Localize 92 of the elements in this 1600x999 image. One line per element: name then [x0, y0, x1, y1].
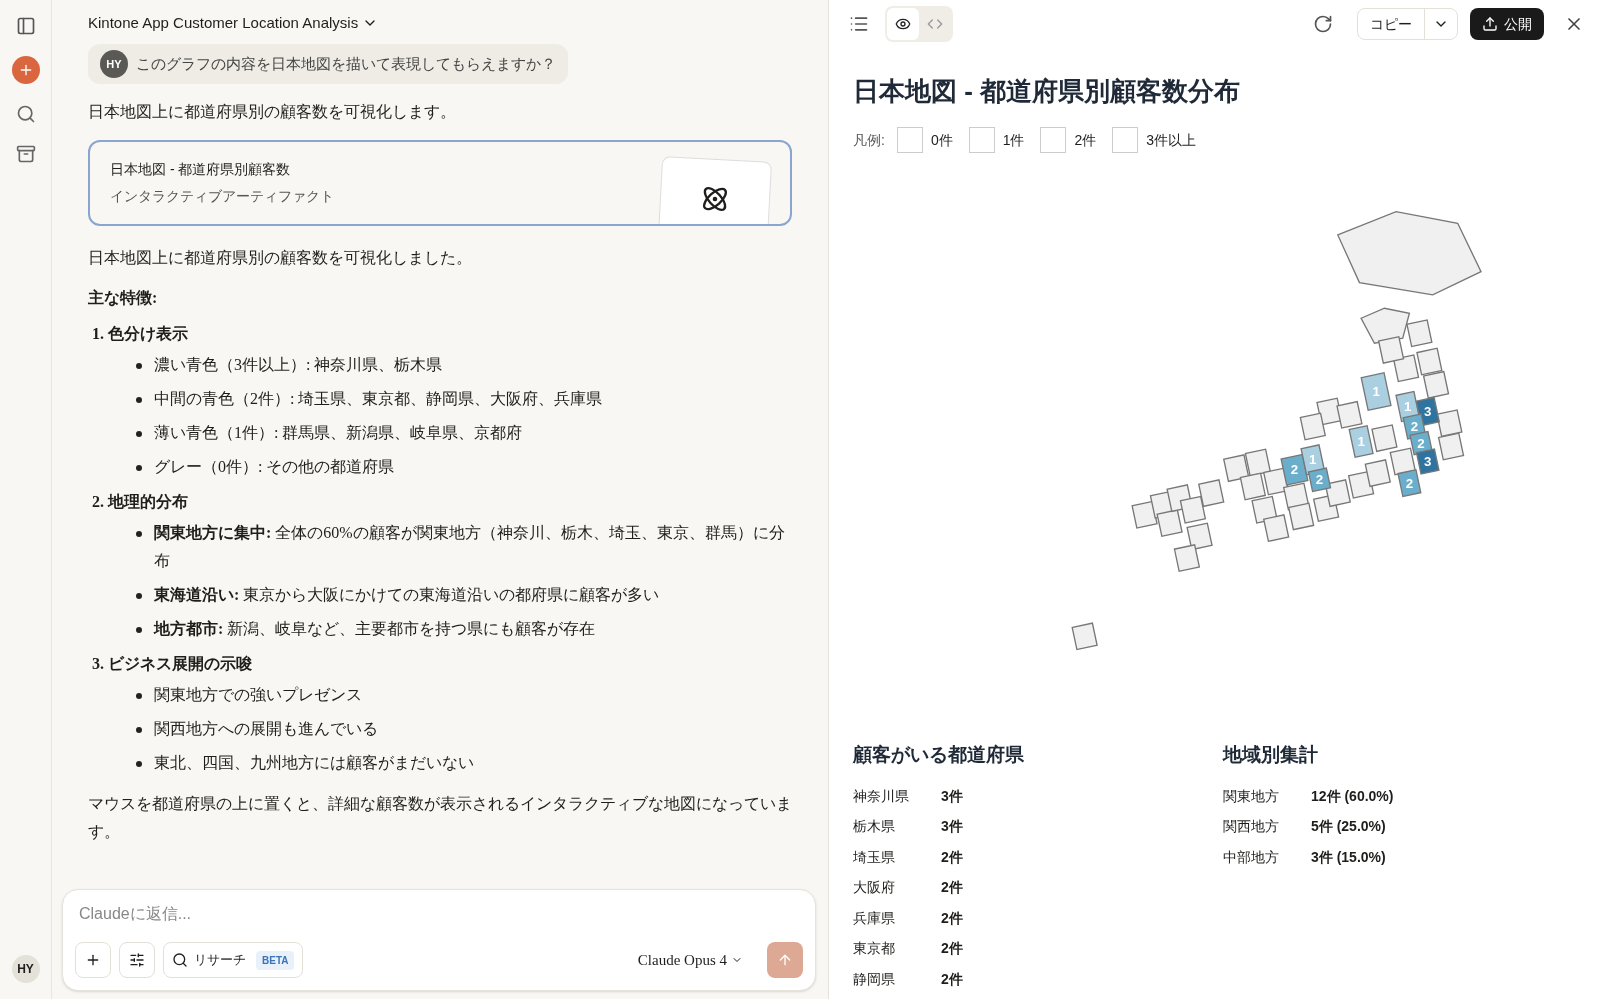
- prefecture-name: 大阪府: [853, 878, 896, 897]
- prefecture-name: 栃木県: [853, 817, 896, 836]
- section-title: 色分け表示: [108, 324, 188, 344]
- bullet-icon: [136, 627, 142, 633]
- upload-icon: [1482, 16, 1498, 32]
- preview-tab[interactable]: [887, 8, 919, 40]
- customer-count: 2件: [941, 939, 963, 958]
- archive-icon: [15, 144, 36, 164]
- legend-swatch: [1112, 127, 1139, 153]
- eye-icon: [895, 16, 911, 32]
- bullet-text: 中間の青色（2件）: 埼玉県、東京都、静岡県、大阪府、兵庫県: [154, 389, 603, 409]
- section-title: ビジネス展開の示唆: [108, 654, 252, 674]
- artifact-subtitle: インタラクティブアーティファクト: [110, 187, 334, 206]
- search-icon: [15, 104, 36, 124]
- region-total: 5件 (25.0%): [1311, 817, 1386, 836]
- code-icon: [927, 16, 943, 32]
- prefecture-name: 神奈川県: [853, 786, 910, 806]
- chat-title[interactable]: Kintone App Customer Location Analysis: [88, 11, 379, 35]
- bullet-icon: [136, 431, 142, 437]
- bullet-icon: [136, 531, 142, 537]
- bullet-icon: [136, 761, 142, 767]
- list-number: 1.: [92, 324, 104, 344]
- response-text: 日本地図上に都道府県別の顧客数を可視化しました。: [88, 248, 473, 268]
- refresh-button[interactable]: [1313, 14, 1333, 34]
- customer-count: 2件: [941, 847, 963, 867]
- bullet-icon: [136, 397, 142, 403]
- bullet-icon: [136, 593, 142, 599]
- region-name: 関東地方: [1223, 786, 1280, 806]
- sliders-icon: [129, 952, 145, 968]
- response-text: 日本地図上に都道府県別の顧客数を可視化します。: [88, 102, 457, 122]
- bullet-text: 関東地方での強いプレゼンス: [154, 685, 362, 705]
- bullet-text: 東海道沿い: 東京から大阪にかけての東海道沿いの都府県に顧客が多い: [154, 585, 660, 605]
- customers-heading: 顧客がいる都道府県: [853, 743, 1025, 767]
- bullet-text: 東北、四国、九州地方には顧客がまだいない: [154, 753, 474, 773]
- atom-icon: [700, 184, 730, 214]
- publish-button[interactable]: 公開: [1470, 8, 1544, 40]
- response-text: マウスを都道府県の上に置くと、詳細な顧客数が表示されるインタラクティブな地図になっています。: [88, 794, 792, 842]
- list-icon: [849, 14, 869, 34]
- customer-count: 3件: [941, 817, 963, 836]
- legend-text: 0件: [930, 130, 953, 150]
- legend-text: 1件: [1002, 130, 1025, 150]
- tools-button[interactable]: [119, 942, 155, 978]
- legend-swatch: [896, 127, 923, 153]
- sidebar-toggle-icon: [15, 16, 36, 36]
- region-name: 中部地方: [1223, 847, 1280, 867]
- refresh-icon: [1313, 14, 1333, 34]
- region-name: 関西地方: [1223, 817, 1280, 836]
- region-total: 3件 (15.0%): [1311, 847, 1386, 867]
- bullet-text: 関東地方に集中: 全体の60%の顧客が関東地方（神奈川、栃木、埼玉、東京、群馬）に分布: [154, 523, 786, 571]
- region-total: 12件 (60.0%): [1311, 786, 1394, 806]
- user-avatar: HY: [100, 50, 128, 78]
- research-button[interactable]: リサーチ BETA: [163, 942, 304, 978]
- bullet-text: 濃い青色（3件以上）: 神奈川県、栃木県: [154, 355, 443, 375]
- artifact-heading: 日本地図 - 都道府県別顧客数分布: [853, 75, 1242, 108]
- bullet-text: 薄い青色（1件）: 群馬県、新潟県、岐阜県、京都府: [154, 423, 523, 443]
- beta-badge: BETA: [256, 950, 295, 970]
- bullet-icon: [136, 363, 142, 369]
- prefecture-name: 東京都: [853, 939, 896, 958]
- prefecture-name: 兵庫県: [853, 908, 896, 928]
- section-title: 地理的分布: [108, 492, 188, 512]
- list-number: 2.: [92, 492, 104, 512]
- legend-text: 3件以上: [1146, 130, 1197, 150]
- legend-text: 2件: [1074, 130, 1097, 150]
- message-text: このグラフの内容を日本地図を描いて表現してもらえますか？: [136, 53, 556, 74]
- artifact-card[interactable]: 日本地図 - 都道府県別顧客数 インタラクティブアーティファクト: [88, 140, 792, 226]
- bullet-icon: [136, 727, 142, 733]
- bullet-text: 地方都市: 新潟、岐阜など、主要都市を持つ県にも顧客が存在: [154, 619, 596, 639]
- artifact-title: 日本地図 - 都道府県別顧客数: [110, 160, 292, 179]
- list-number: 3.: [92, 654, 104, 674]
- search-icon: [172, 952, 188, 968]
- customer-count: 2件: [941, 908, 963, 928]
- bullet-icon: [136, 465, 142, 471]
- regions-heading: 地域別集計: [1223, 743, 1319, 767]
- model-selector[interactable]: Claude Opus 4: [637, 948, 743, 972]
- add-button[interactable]: [75, 942, 111, 978]
- legend-swatch: [1040, 127, 1067, 153]
- user-avatar[interactable]: HY: [11, 955, 40, 983]
- japan-map-drawing: 1 1 3 2 2 3 1 2 2 1 2: [1063, 193, 1506, 660]
- features-heading: 主な特徴:: [88, 288, 159, 309]
- customer-count: 2件: [941, 969, 963, 989]
- legend-swatch: [968, 127, 995, 153]
- plus-icon: [85, 952, 101, 968]
- customer-count: 2件: [941, 878, 963, 897]
- prefecture-name: 埼玉県: [853, 847, 896, 867]
- bullet-icon: [136, 693, 142, 699]
- legend-label: 凡例:: [853, 130, 885, 150]
- prefecture-name: 静岡県: [853, 969, 896, 989]
- bullet-text: 関西地方への展開も進んでいる: [154, 719, 378, 739]
- reply-input[interactable]: Claudeに返信...: [75, 902, 803, 926]
- customer-count: 3件: [941, 786, 963, 806]
- new-chat-button[interactable]: [11, 56, 40, 84]
- bullet-text: グレー（0件）: その他の都道府県: [154, 457, 395, 477]
